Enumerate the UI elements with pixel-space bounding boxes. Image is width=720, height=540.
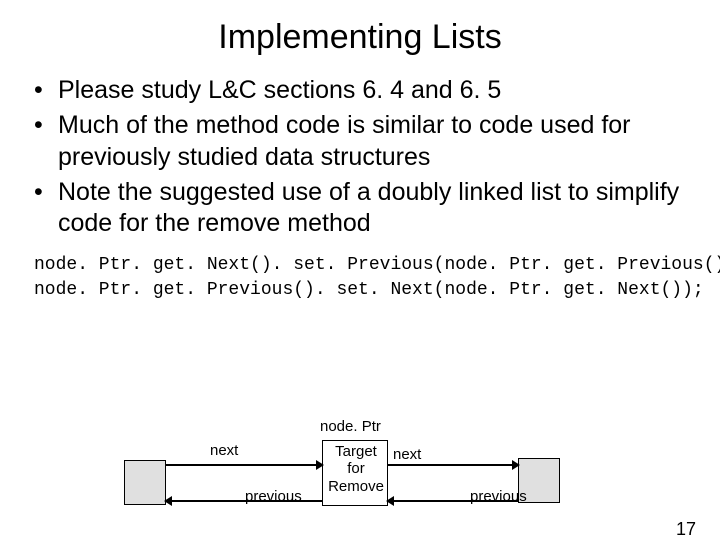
target-line1: Target bbox=[335, 443, 377, 460]
arrow-prev-2-line bbox=[394, 500, 518, 502]
arrow-prev-1-line bbox=[172, 500, 322, 502]
node-target-text: Target for Remove bbox=[323, 443, 389, 495]
code-line: node. Ptr. get. Previous(). set. Next(no… bbox=[34, 278, 720, 302]
next-label-1: next bbox=[210, 442, 238, 459]
previous-label-2: previous bbox=[470, 488, 527, 505]
code-line: node. Ptr. get. Next(). set. Previous(no… bbox=[34, 253, 720, 277]
target-line2: for bbox=[347, 460, 365, 477]
slide-title: Implementing Lists bbox=[0, 18, 720, 57]
nodeptr-label: node. Ptr bbox=[320, 418, 381, 435]
linked-list-diagram: Target for Remove node. Ptr next next pr… bbox=[110, 420, 630, 540]
target-line3: Remove bbox=[328, 478, 384, 495]
previous-label-1: previous bbox=[245, 488, 302, 505]
arrow-next-1-head bbox=[316, 460, 324, 470]
bullet-item: Much of the method code is similar to co… bbox=[28, 110, 680, 173]
node-left bbox=[124, 460, 166, 505]
arrow-prev-1-head bbox=[164, 496, 172, 506]
bullet-item: Please study L&C sections 6. 4 and 6. 5 bbox=[28, 75, 680, 106]
code-block: node. Ptr. get. Next(). set. Previous(no… bbox=[34, 253, 720, 302]
arrow-prev-2-head bbox=[386, 496, 394, 506]
page-number: 17 bbox=[676, 519, 696, 540]
arrow-next-2-line bbox=[388, 464, 512, 466]
bullet-list: Please study L&C sections 6. 4 and 6. 5 … bbox=[28, 75, 680, 239]
node-target: Target for Remove bbox=[322, 440, 388, 506]
arrow-next-1-line bbox=[166, 464, 316, 466]
next-label-2: next bbox=[393, 446, 421, 463]
bullet-item: Note the suggested use of a doubly linke… bbox=[28, 177, 680, 240]
arrow-next-2-head bbox=[512, 460, 520, 470]
